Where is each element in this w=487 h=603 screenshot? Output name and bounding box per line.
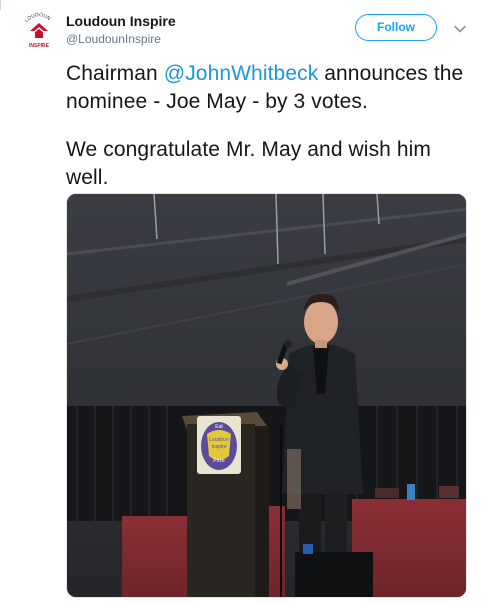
loudoun-inspire-logo-icon: LOUDOUN INSPIRE	[24, 12, 52, 49]
avatar[interactable]: LOUDOUN INSPIRE	[19, 11, 59, 51]
tweet-paragraph-2: We congratulate Mr. May and wish him wel…	[66, 138, 432, 189]
tweet-header: LOUDOUN INSPIRE Loudoun Inspire @Loudoun…	[0, 0, 487, 56]
mention-link[interactable]: @JohnWhitbeck	[164, 62, 319, 85]
photo-speaker-at-podium-icon: Eat Loudoun Inspire Prize	[67, 194, 466, 597]
podium-sign-line2: Loudoun	[209, 437, 229, 443]
podium-sign-line4: Prize	[213, 458, 225, 464]
tweet-paragraph-1: Chairman @JohnWhitbeck announces the nom…	[66, 60, 466, 116]
tweet-text-prefix: Chairman	[66, 62, 164, 85]
follow-button[interactable]: Follow	[355, 14, 437, 41]
podium-sign-line1: Eat	[215, 424, 223, 430]
author-handle[interactable]: @LoudounInspire	[66, 31, 176, 47]
author-display-name[interactable]: Loudoun Inspire	[66, 13, 176, 30]
avatar-text-bottom: INSPIRE	[29, 43, 50, 49]
tweet-text: Chairman @JohnWhitbeck announces the nom…	[66, 60, 466, 192]
podium-sign-line3: Inspire	[211, 444, 226, 450]
avatar-text-top: LOUDOUN	[24, 12, 52, 24]
tweet-photo[interactable]: Eat Loudoun Inspire Prize	[66, 193, 467, 598]
author-names: Loudoun Inspire @LoudounInspire	[66, 13, 176, 47]
chevron-down-icon[interactable]	[453, 22, 467, 36]
